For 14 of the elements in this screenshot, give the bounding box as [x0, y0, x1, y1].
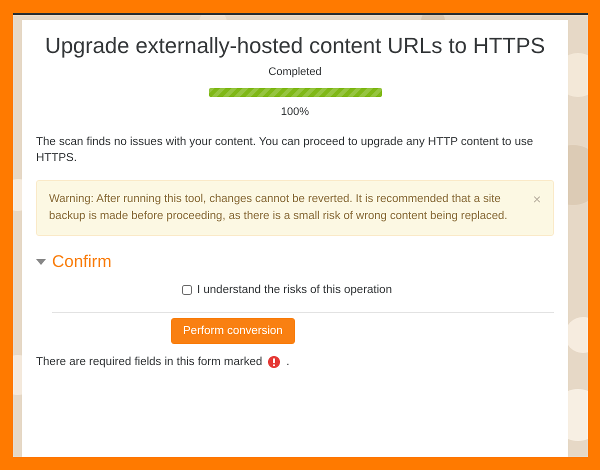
warning-text: Warning: After running this tool, changes cannot be reverted. It is recommended that a site backup is made before proceeding, as there is a small risk of wrong content being replaced.: [49, 192, 508, 224]
close-button[interactable]: ×: [532, 192, 541, 206]
checkbox-label: I understand the risks of this operation: [197, 284, 392, 296]
progress-percent: 100%: [280, 106, 310, 118]
caret-icon[interactable]: [36, 259, 46, 265]
status-text: Completed: [268, 66, 322, 78]
note-period: .: [286, 356, 290, 368]
risk-checkbox[interactable]: [182, 285, 192, 295]
page-title: Upgrade externally-hosted content URLs to HTTPS: [44, 32, 546, 60]
scan-message: The scan finds no issues with your content. You can proceed to upgrade any HTTP content to use HTTPS.: [36, 135, 534, 166]
section-title[interactable]: Confirm: [52, 252, 112, 272]
required-note: There are required fields in this form marked: [36, 356, 262, 368]
required-icon: [268, 356, 280, 368]
perform-conversion-button[interactable]: Perform conversion: [171, 318, 295, 344]
